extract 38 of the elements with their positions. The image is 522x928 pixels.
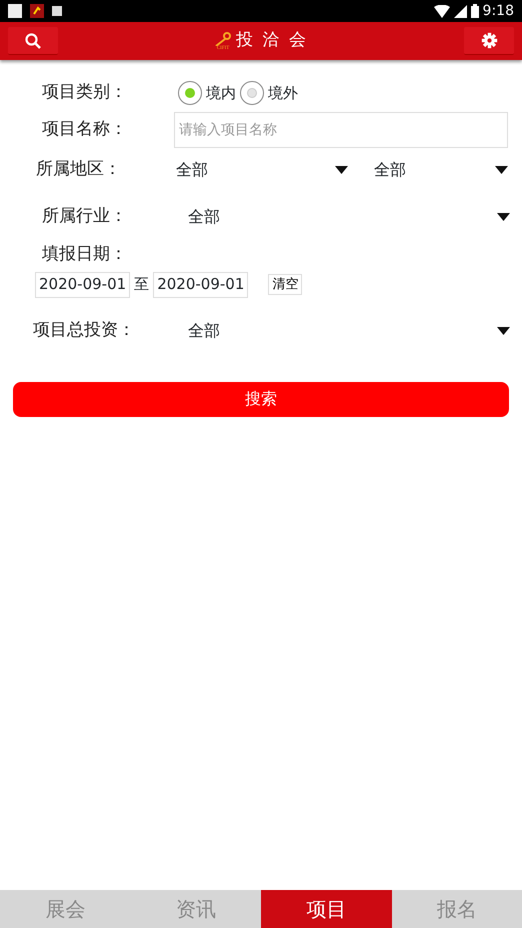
app-icon	[30, 4, 44, 18]
radio-label: 境外	[268, 82, 298, 104]
caret-icon	[495, 166, 508, 174]
app-title: 投 洽 会	[236, 29, 308, 52]
settings-button[interactable]	[464, 27, 514, 55]
region-dropdown[interactable]: 全部	[176, 158, 348, 182]
battery-icon	[470, 4, 479, 18]
clock: 9:18	[482, 2, 514, 20]
caret-icon	[497, 213, 510, 221]
field-label: 所属地区：	[36, 158, 122, 182]
search-button[interactable]	[8, 27, 58, 55]
clear-button[interactable]: 清空	[268, 274, 302, 296]
investment-dropdown[interactable]: 全部	[188, 318, 510, 342]
field-label: 项目总投资：	[33, 318, 136, 342]
radio-label: 境内	[206, 82, 236, 104]
region-dropdown[interactable]: 全部	[374, 158, 508, 182]
settings-icon	[480, 32, 498, 49]
search-button[interactable]: 搜索	[13, 382, 509, 416]
field-label: 所属行业：	[42, 205, 128, 228]
caret-icon	[497, 326, 510, 334]
tab[interactable]: 项目	[261, 890, 392, 928]
date-field[interactable]: 2020-09-01	[153, 272, 248, 298]
date-separator: 至	[134, 274, 150, 296]
search-icon	[25, 32, 41, 48]
wifi-icon	[434, 4, 450, 18]
notification-icon	[8, 4, 22, 18]
key-icon	[214, 32, 232, 46]
keyboard-icon	[52, 6, 62, 16]
industry-dropdown[interactable]: 全部	[188, 205, 510, 229]
name-input-field[interactable]: 请输入项目名称	[174, 112, 508, 148]
radio-button[interactable]	[178, 81, 202, 105]
signal-icon	[454, 4, 467, 18]
radio-button[interactable]	[240, 81, 264, 105]
field-label: 项目名称：	[42, 118, 128, 142]
field-label: 项目类别：	[42, 81, 128, 104]
caret-icon	[335, 166, 348, 174]
field-label: 填报日期：	[42, 243, 127, 266]
date-field[interactable]: 2020-09-01	[35, 272, 130, 298]
